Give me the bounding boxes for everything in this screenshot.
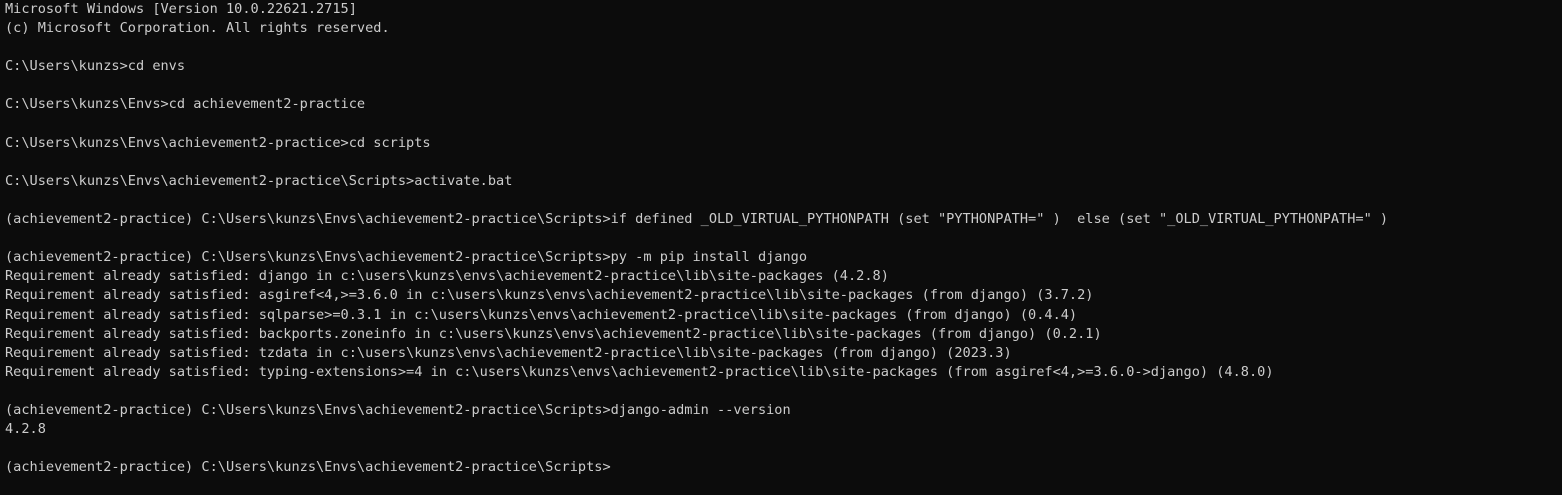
terminal-output-line: Requirement already satisfied: sqlparse>… [5,306,1078,323]
terminal-line-cd-scripts: C:\Users\kunzs\Envs\achievement2-practic… [5,134,431,151]
terminal-line-cd-envs: C:\Users\kunzs>cd envs [5,58,186,75]
terminal-output-line: Requirement already satisfied: typing-ex… [5,363,1274,380]
terminal-output-line: Requirement already satisfied: asgiref<4… [5,287,1094,304]
terminal-line-header-version: Microsoft Windows [Version 10.0.22621.27… [5,1,357,17]
terminal-window[interactable]: Microsoft Windows [Version 10.0.22621.27… [0,0,1562,495]
terminal-line-header-copyright: (c) Microsoft Corporation. All rights re… [5,20,390,37]
prompt-text: (achievement2-practice) C:\Users\kunzs\E… [5,459,611,476]
terminal-output-line: Requirement already satisfied: backports… [5,325,1102,342]
terminal-output-line: Requirement already satisfied: django in… [5,268,889,285]
terminal-line-django-version-cmd: (achievement2-practice) C:\Users\kunzs\E… [5,401,791,418]
text-cursor [611,458,619,473]
terminal-line-if-defined: (achievement2-practice) C:\Users\kunzs\E… [5,211,1389,228]
terminal-output-line: 4.2.8 [5,421,46,438]
terminal-current-prompt[interactable]: (achievement2-practice) C:\Users\kunzs\E… [5,458,1562,477]
terminal-line-pip-install: (achievement2-practice) C:\Users\kunzs\E… [5,249,808,266]
terminal-output-line: Requirement already satisfied: tzdata in… [5,344,1012,361]
terminal-line-cd-practice: C:\Users\kunzs\Envs>cd achievement2-prac… [5,96,366,113]
terminal-line-activate: C:\Users\kunzs\Envs\achievement2-practic… [5,172,513,189]
